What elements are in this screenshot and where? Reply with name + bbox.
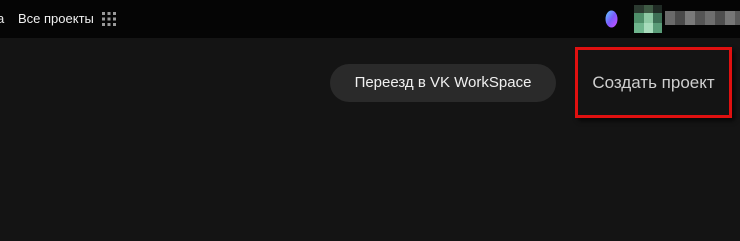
migrate-to-vk-workspace-button[interactable]: Переезд в VK WorkSpace — [330, 64, 556, 102]
user-avatar[interactable] — [634, 5, 662, 33]
cut-off-text: а — [0, 11, 5, 26]
username-redacted — [665, 11, 740, 25]
grid-icon[interactable] — [102, 12, 116, 26]
all-projects-link[interactable]: Все проекты — [18, 11, 94, 26]
create-project-button[interactable]: Создать проект — [575, 47, 732, 118]
ai-assistant-icon[interactable] — [605, 10, 618, 28]
top-bar: а Все проекты — [0, 0, 740, 38]
